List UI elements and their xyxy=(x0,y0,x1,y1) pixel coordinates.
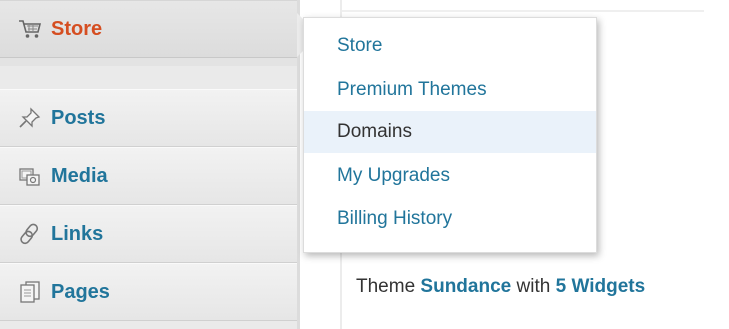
media-icon xyxy=(17,164,43,188)
chain-link-icon xyxy=(17,222,43,246)
sidebar-separator xyxy=(0,58,300,66)
submenu-item-domains[interactable]: Domains xyxy=(304,111,596,153)
theme-summary: Theme Sundance with 5 Widgets xyxy=(356,276,645,298)
sidebar-item-posts[interactable]: Posts xyxy=(0,89,300,147)
sidebar-item-links[interactable]: Links xyxy=(0,205,300,263)
submenu-item-store[interactable]: Store xyxy=(304,25,596,67)
sidebar-item-label: Links xyxy=(51,222,104,245)
submenu-item-billing-history[interactable]: Billing History xyxy=(304,198,596,240)
submenu-item-premium-themes[interactable]: Premium Themes xyxy=(304,69,596,111)
widgets-link[interactable]: 5 Widgets xyxy=(556,276,646,297)
theme-middle-text: with xyxy=(516,276,551,297)
theme-prefix-text: Theme xyxy=(356,276,416,297)
pages-icon xyxy=(17,280,43,304)
cart-icon xyxy=(17,17,43,41)
sidebar-item-store[interactable]: Store xyxy=(0,0,300,58)
store-submenu-flyout: Store Premium Themes Domains My Upgrades… xyxy=(303,17,597,253)
sidebar-item-pages[interactable]: Pages xyxy=(0,263,300,321)
submenu-item-my-upgrades[interactable]: My Upgrades xyxy=(304,155,596,197)
sidebar-item-label: Posts xyxy=(51,106,106,129)
sidebar-item-label: Store xyxy=(51,17,103,40)
theme-name-link[interactable]: Sundance xyxy=(420,276,511,297)
sidebar-item-media[interactable]: Media xyxy=(0,147,300,205)
admin-sidebar: Store Posts Media Links Pages xyxy=(0,0,300,329)
sidebar-item-label: Pages xyxy=(51,280,110,303)
sidebar-item-label: Media xyxy=(51,164,108,187)
content-top-rule xyxy=(342,10,704,12)
pushpin-icon xyxy=(17,106,43,130)
